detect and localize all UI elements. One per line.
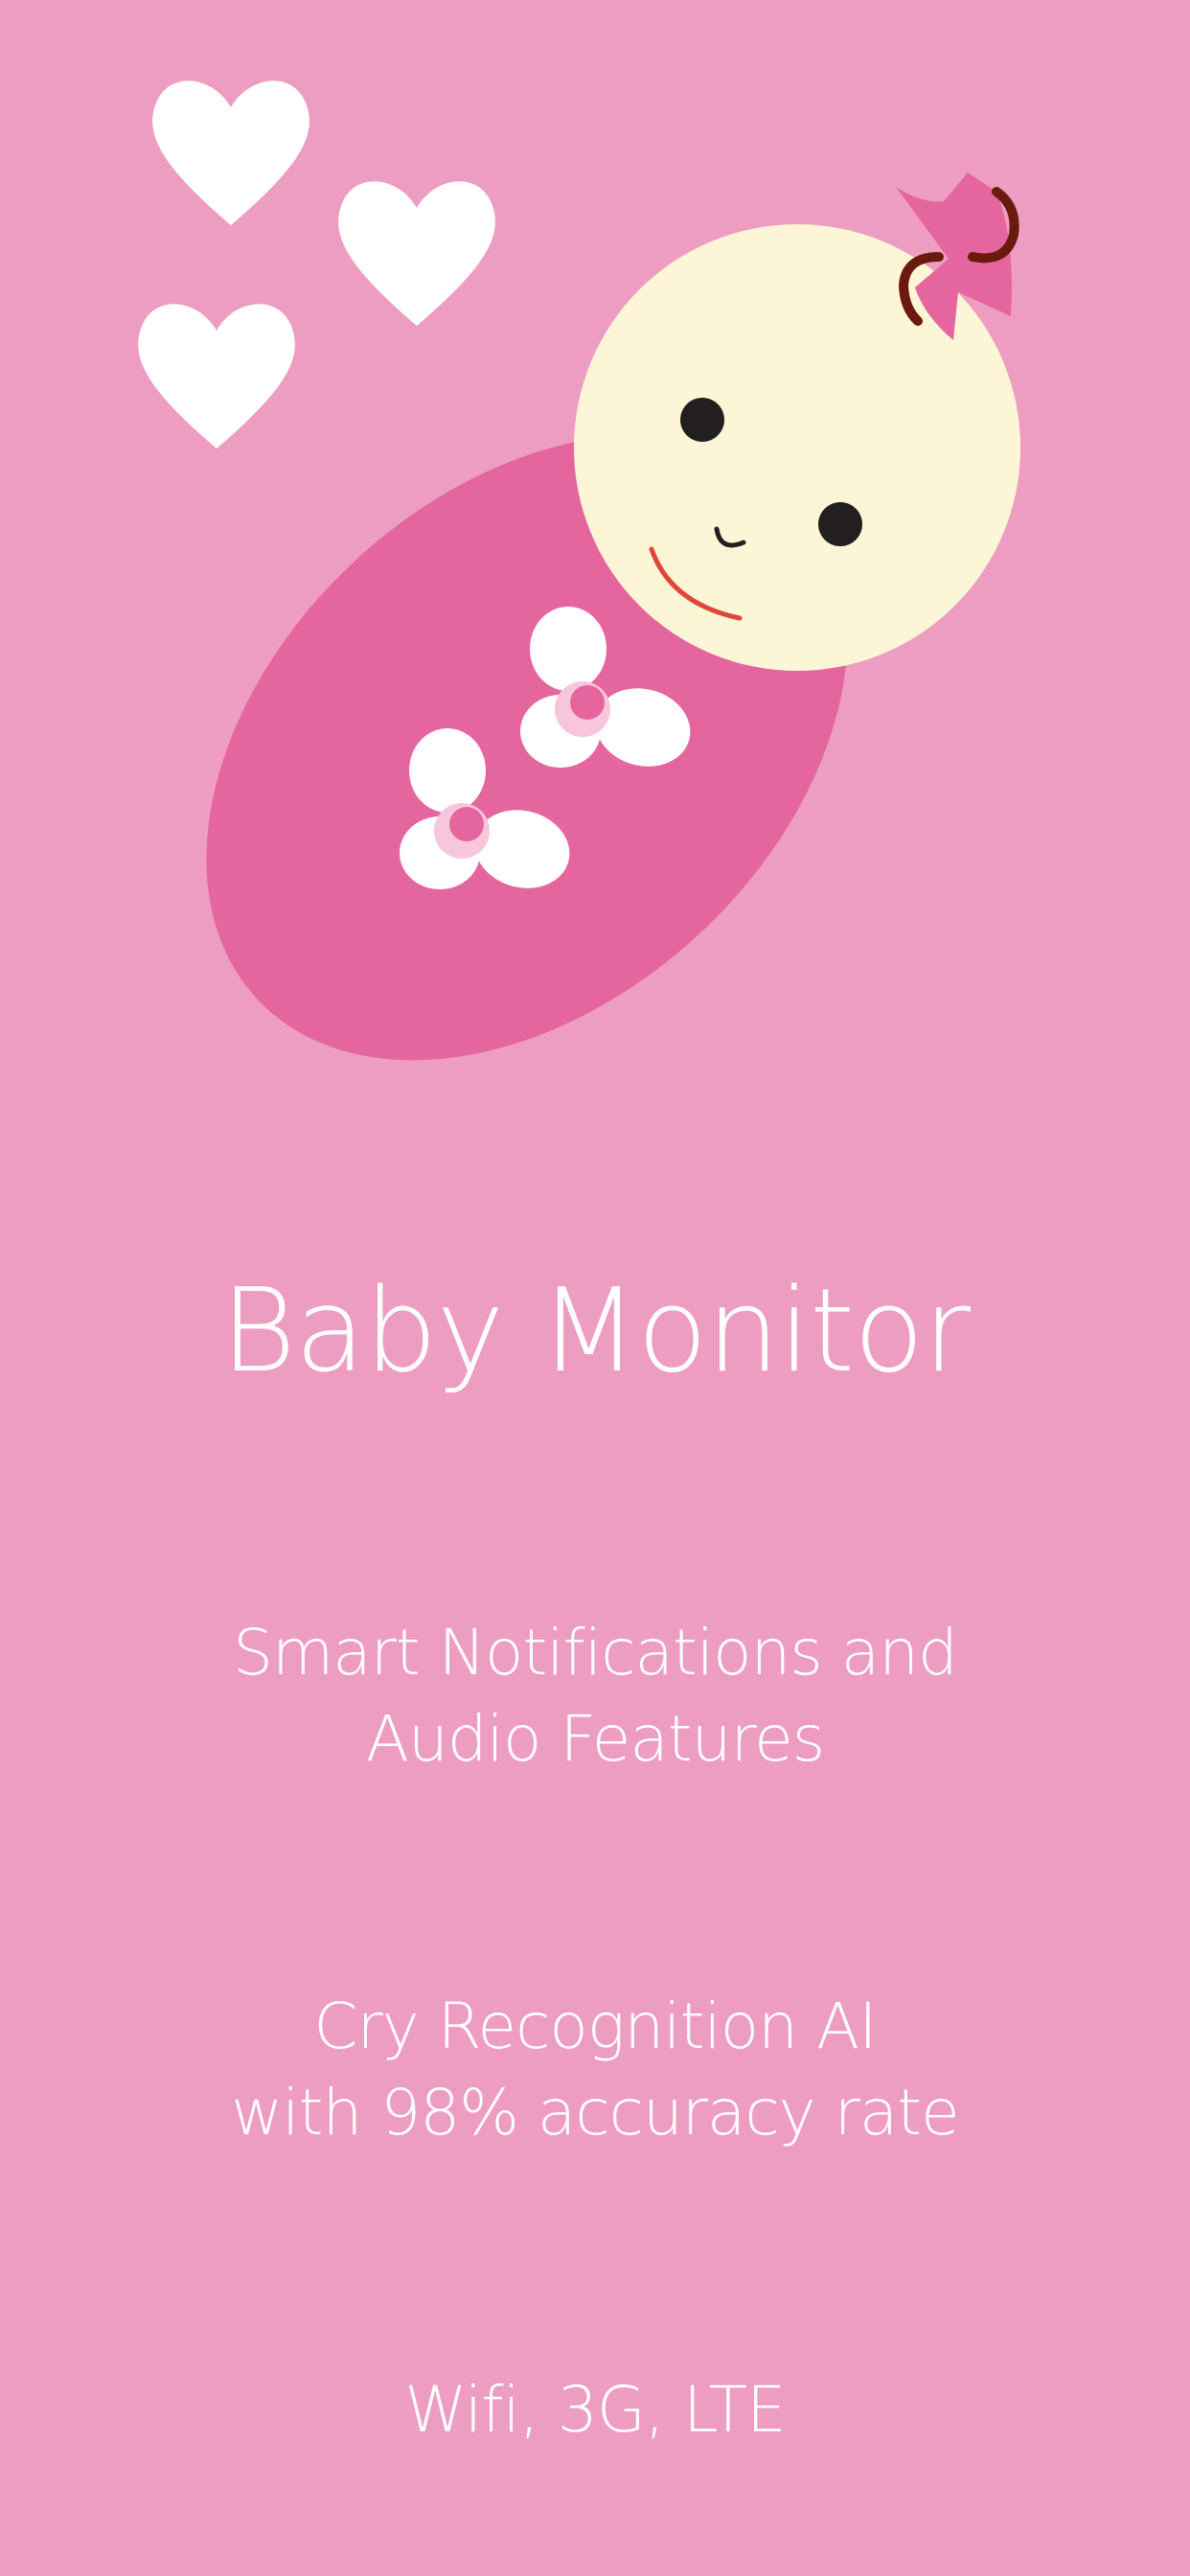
app-title: Baby Monitor <box>220 1265 971 1398</box>
feature-line: Audio Features <box>365 1702 825 1776</box>
feature-line: with 98% accuracy rate <box>231 2076 960 2150</box>
feature-notifications: Smart Notifications and Audio Features <box>0 1610 1190 1782</box>
feature-cry-recognition: Cry Recognition AI with 98% accuracy rat… <box>0 1984 1190 2156</box>
bow-icon <box>896 172 1019 340</box>
feature-line: Wifi, 3G, LTE <box>404 2373 786 2447</box>
heart-icon <box>338 181 495 326</box>
eye-icon <box>818 502 862 546</box>
eye-icon <box>680 398 724 442</box>
feature-line: Cry Recognition AI <box>313 1990 877 2063</box>
feature-line: Smart Notifications and <box>233 1616 958 1690</box>
heart-icon <box>152 80 309 225</box>
heart-icon <box>138 304 295 448</box>
baby-icon <box>206 172 1020 1061</box>
feature-connectivity: Wifi, 3G, LTE <box>0 2367 1190 2453</box>
baby-illustration <box>138 80 1020 1061</box>
